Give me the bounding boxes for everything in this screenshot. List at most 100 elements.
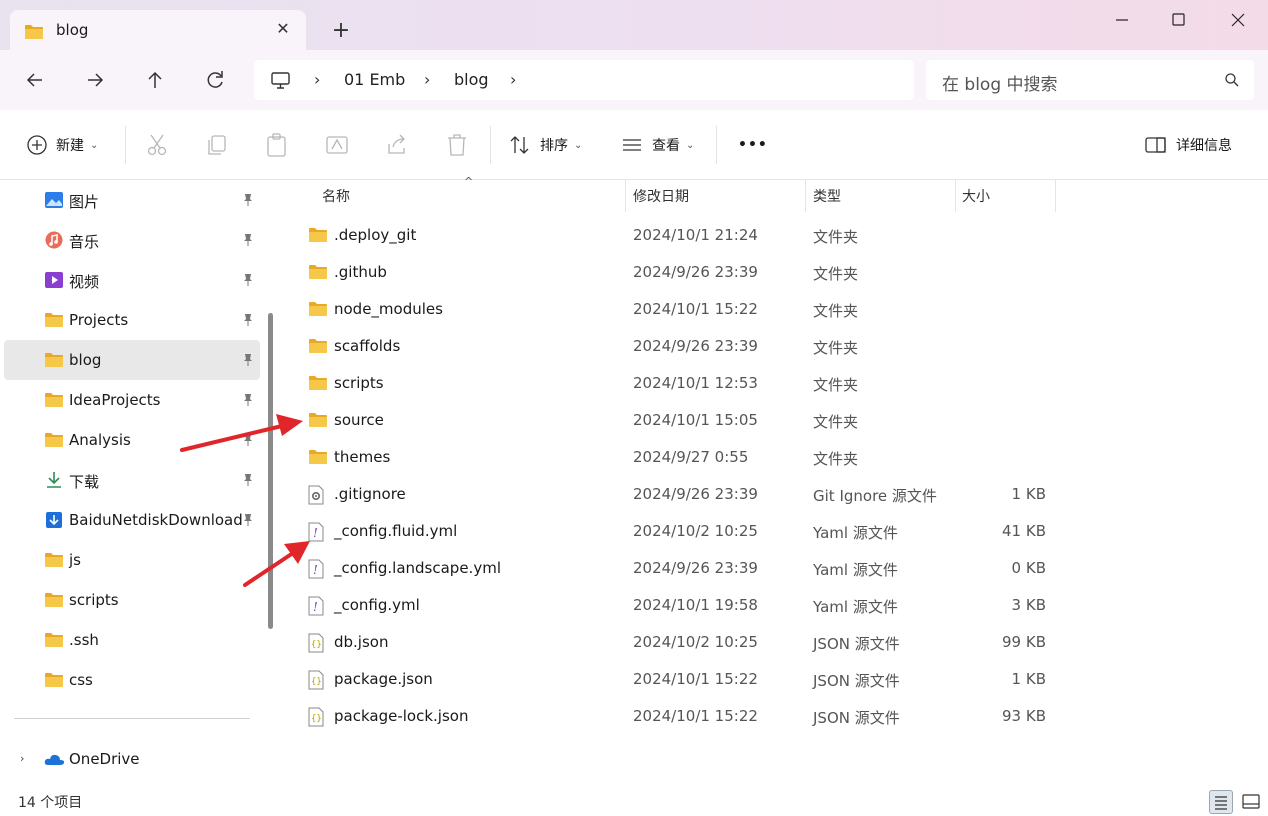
up-arrow-icon	[148, 71, 162, 88]
sidebar-item-projects[interactable]: Projects	[4, 300, 260, 340]
file-row[interactable]: scaffolds 2024/9/26 23:39 文件夹	[282, 328, 1268, 365]
file-date: 2024/9/27 0:55	[633, 448, 749, 466]
yaml-file-icon	[308, 596, 328, 614]
scissors-icon	[147, 134, 167, 156]
pin-icon	[242, 353, 254, 371]
file-type: JSON 源文件	[813, 709, 900, 727]
sidebar-item-label: 下载	[69, 473, 100, 491]
folder-icon	[44, 591, 64, 609]
address-bar[interactable]: › 01 Emb › blog ›	[254, 60, 914, 100]
file-date: 2024/10/1 15:22	[633, 300, 758, 318]
minimize-button[interactable]	[1102, 8, 1142, 32]
tab-blog[interactable]: blog ✕	[10, 10, 306, 50]
file-row[interactable]: themes 2024/9/27 0:55 文件夹	[282, 439, 1268, 476]
file-row[interactable]: .github 2024/9/26 23:39 文件夹	[282, 254, 1268, 291]
refresh-button[interactable]	[200, 66, 230, 94]
back-button[interactable]	[20, 66, 50, 94]
up-button[interactable]	[140, 66, 170, 94]
more-options-button[interactable]: •••	[738, 132, 768, 158]
file-row[interactable]: _config.landscape.yml 2024/9/26 23:39 Ya…	[282, 550, 1268, 587]
column-header-date[interactable]: 修改日期	[625, 180, 805, 212]
file-size: 99 KB	[1002, 633, 1046, 651]
sidebar-item-ssh[interactable]: .ssh	[4, 620, 260, 660]
sidebar-item-blog[interactable]: blog	[4, 340, 260, 380]
details-label: 详细信息	[1176, 138, 1232, 154]
file-row[interactable]: _config.yml 2024/10/1 19:58 Yaml 源文件 3 K…	[282, 587, 1268, 624]
sidebar-item-item-0[interactable]: 图片	[4, 180, 260, 220]
file-type: 文件夹	[813, 265, 859, 283]
file-row[interactable]: source 2024/10/1 15:05 文件夹	[282, 402, 1268, 439]
folder-icon	[44, 671, 64, 689]
column-header-size[interactable]: 大小	[955, 180, 1055, 212]
sidebar-item-label: css	[69, 671, 93, 689]
chevron-right-icon[interactable]: ›	[20, 752, 24, 765]
details-pane-button[interactable]: 详细信息	[1144, 132, 1232, 158]
folder-icon	[44, 311, 64, 329]
video-icon	[44, 271, 64, 289]
file-row[interactable]: scripts 2024/10/1 12:53 文件夹	[282, 365, 1268, 402]
file-row[interactable]: package.json 2024/10/1 15:22 JSON 源文件 1 …	[282, 661, 1268, 698]
delete-button[interactable]	[444, 132, 470, 158]
copy-icon	[208, 135, 226, 155]
tab-close-icon[interactable]: ✕	[272, 18, 294, 40]
breadcrumb-blog[interactable]: blog	[454, 70, 489, 89]
forward-button[interactable]	[80, 66, 110, 94]
rename-button[interactable]	[324, 132, 350, 158]
sidebar-item-baidunetdiskdownload[interactable]: BaiduNetdiskDownload	[4, 500, 260, 540]
yaml-file-icon	[308, 522, 328, 540]
close-icon	[1231, 13, 1245, 27]
folder-icon	[44, 551, 64, 569]
chevron-down-icon: ⌄	[90, 139, 99, 151]
sidebar-item-css[interactable]: css	[4, 660, 260, 700]
column-name-label: 名称	[322, 189, 350, 205]
file-type: 文件夹	[813, 376, 859, 394]
file-row[interactable]: .gitignore 2024/9/26 23:39 Git Ignore 源文…	[282, 476, 1268, 513]
tiles-view-button[interactable]	[1239, 790, 1263, 814]
search-input[interactable]: 在 blog 中搜索	[926, 60, 1254, 100]
file-date: 2024/10/2 10:25	[633, 633, 758, 651]
file-name: scripts	[334, 374, 384, 392]
cut-button[interactable]	[144, 132, 170, 158]
folder-icon	[44, 391, 64, 409]
sidebar-item-item-1[interactable]: 音乐	[4, 220, 260, 260]
breadcrumb-01-emb[interactable]: 01 Emb	[344, 70, 405, 89]
file-row[interactable]: db.json 2024/10/2 10:25 JSON 源文件 99 KB	[282, 624, 1268, 661]
paste-button[interactable]	[264, 132, 290, 158]
close-window-button[interactable]	[1218, 8, 1258, 32]
file-date: 2024/9/26 23:39	[633, 337, 758, 355]
column-divider[interactable]	[1055, 180, 1056, 212]
sort-button[interactable]: 排序 ⌄	[508, 132, 582, 158]
maximize-button[interactable]	[1158, 8, 1198, 32]
file-row[interactable]: package-lock.json 2024/10/1 15:22 JSON 源…	[282, 698, 1268, 735]
pin-icon	[242, 433, 254, 451]
share-button[interactable]	[384, 132, 410, 158]
column-header-name[interactable]: 名称	[312, 180, 622, 212]
sidebar-item-analysis[interactable]: Analysis	[4, 420, 260, 460]
file-row[interactable]: _config.fluid.yml 2024/10/2 10:25 Yaml 源…	[282, 513, 1268, 550]
rename-icon	[326, 136, 348, 154]
copy-button[interactable]	[204, 132, 230, 158]
file-date: 2024/10/2 10:25	[633, 522, 758, 540]
file-size: 93 KB	[1002, 707, 1046, 725]
sidebar-item-scripts[interactable]: scripts	[4, 580, 260, 620]
sidebar-item-onedrive[interactable]: › OneDrive	[4, 739, 260, 779]
new-button[interactable]: 新建 ⌄	[26, 132, 98, 158]
view-button[interactable]: 查看 ⌄	[620, 132, 694, 158]
sidebar-item-item-7[interactable]: 下载	[4, 460, 260, 500]
sidebar-item-ideaprojects[interactable]: IdeaProjects	[4, 380, 260, 420]
chevron-right-icon[interactable]: ›	[510, 70, 516, 89]
sidebar-item-js[interactable]: js	[4, 540, 260, 580]
sidebar-scrollbar[interactable]	[268, 313, 273, 629]
file-row[interactable]: .deploy_git 2024/10/1 21:24 文件夹	[282, 217, 1268, 254]
file-name: .deploy_git	[334, 226, 417, 244]
file-date: 2024/10/1 15:05	[633, 411, 758, 429]
sidebar-item-label: IdeaProjects	[69, 391, 161, 409]
column-header-type[interactable]: 类型	[805, 180, 955, 212]
details-view-button[interactable]	[1209, 790, 1233, 814]
new-tab-button[interactable]: +	[328, 18, 354, 44]
folder-icon	[308, 300, 328, 318]
computer-icon	[271, 72, 290, 89]
sidebar-item-item-2[interactable]: 视频	[4, 260, 260, 300]
file-name: db.json	[334, 633, 389, 651]
file-row[interactable]: node_modules 2024/10/1 15:22 文件夹	[282, 291, 1268, 328]
